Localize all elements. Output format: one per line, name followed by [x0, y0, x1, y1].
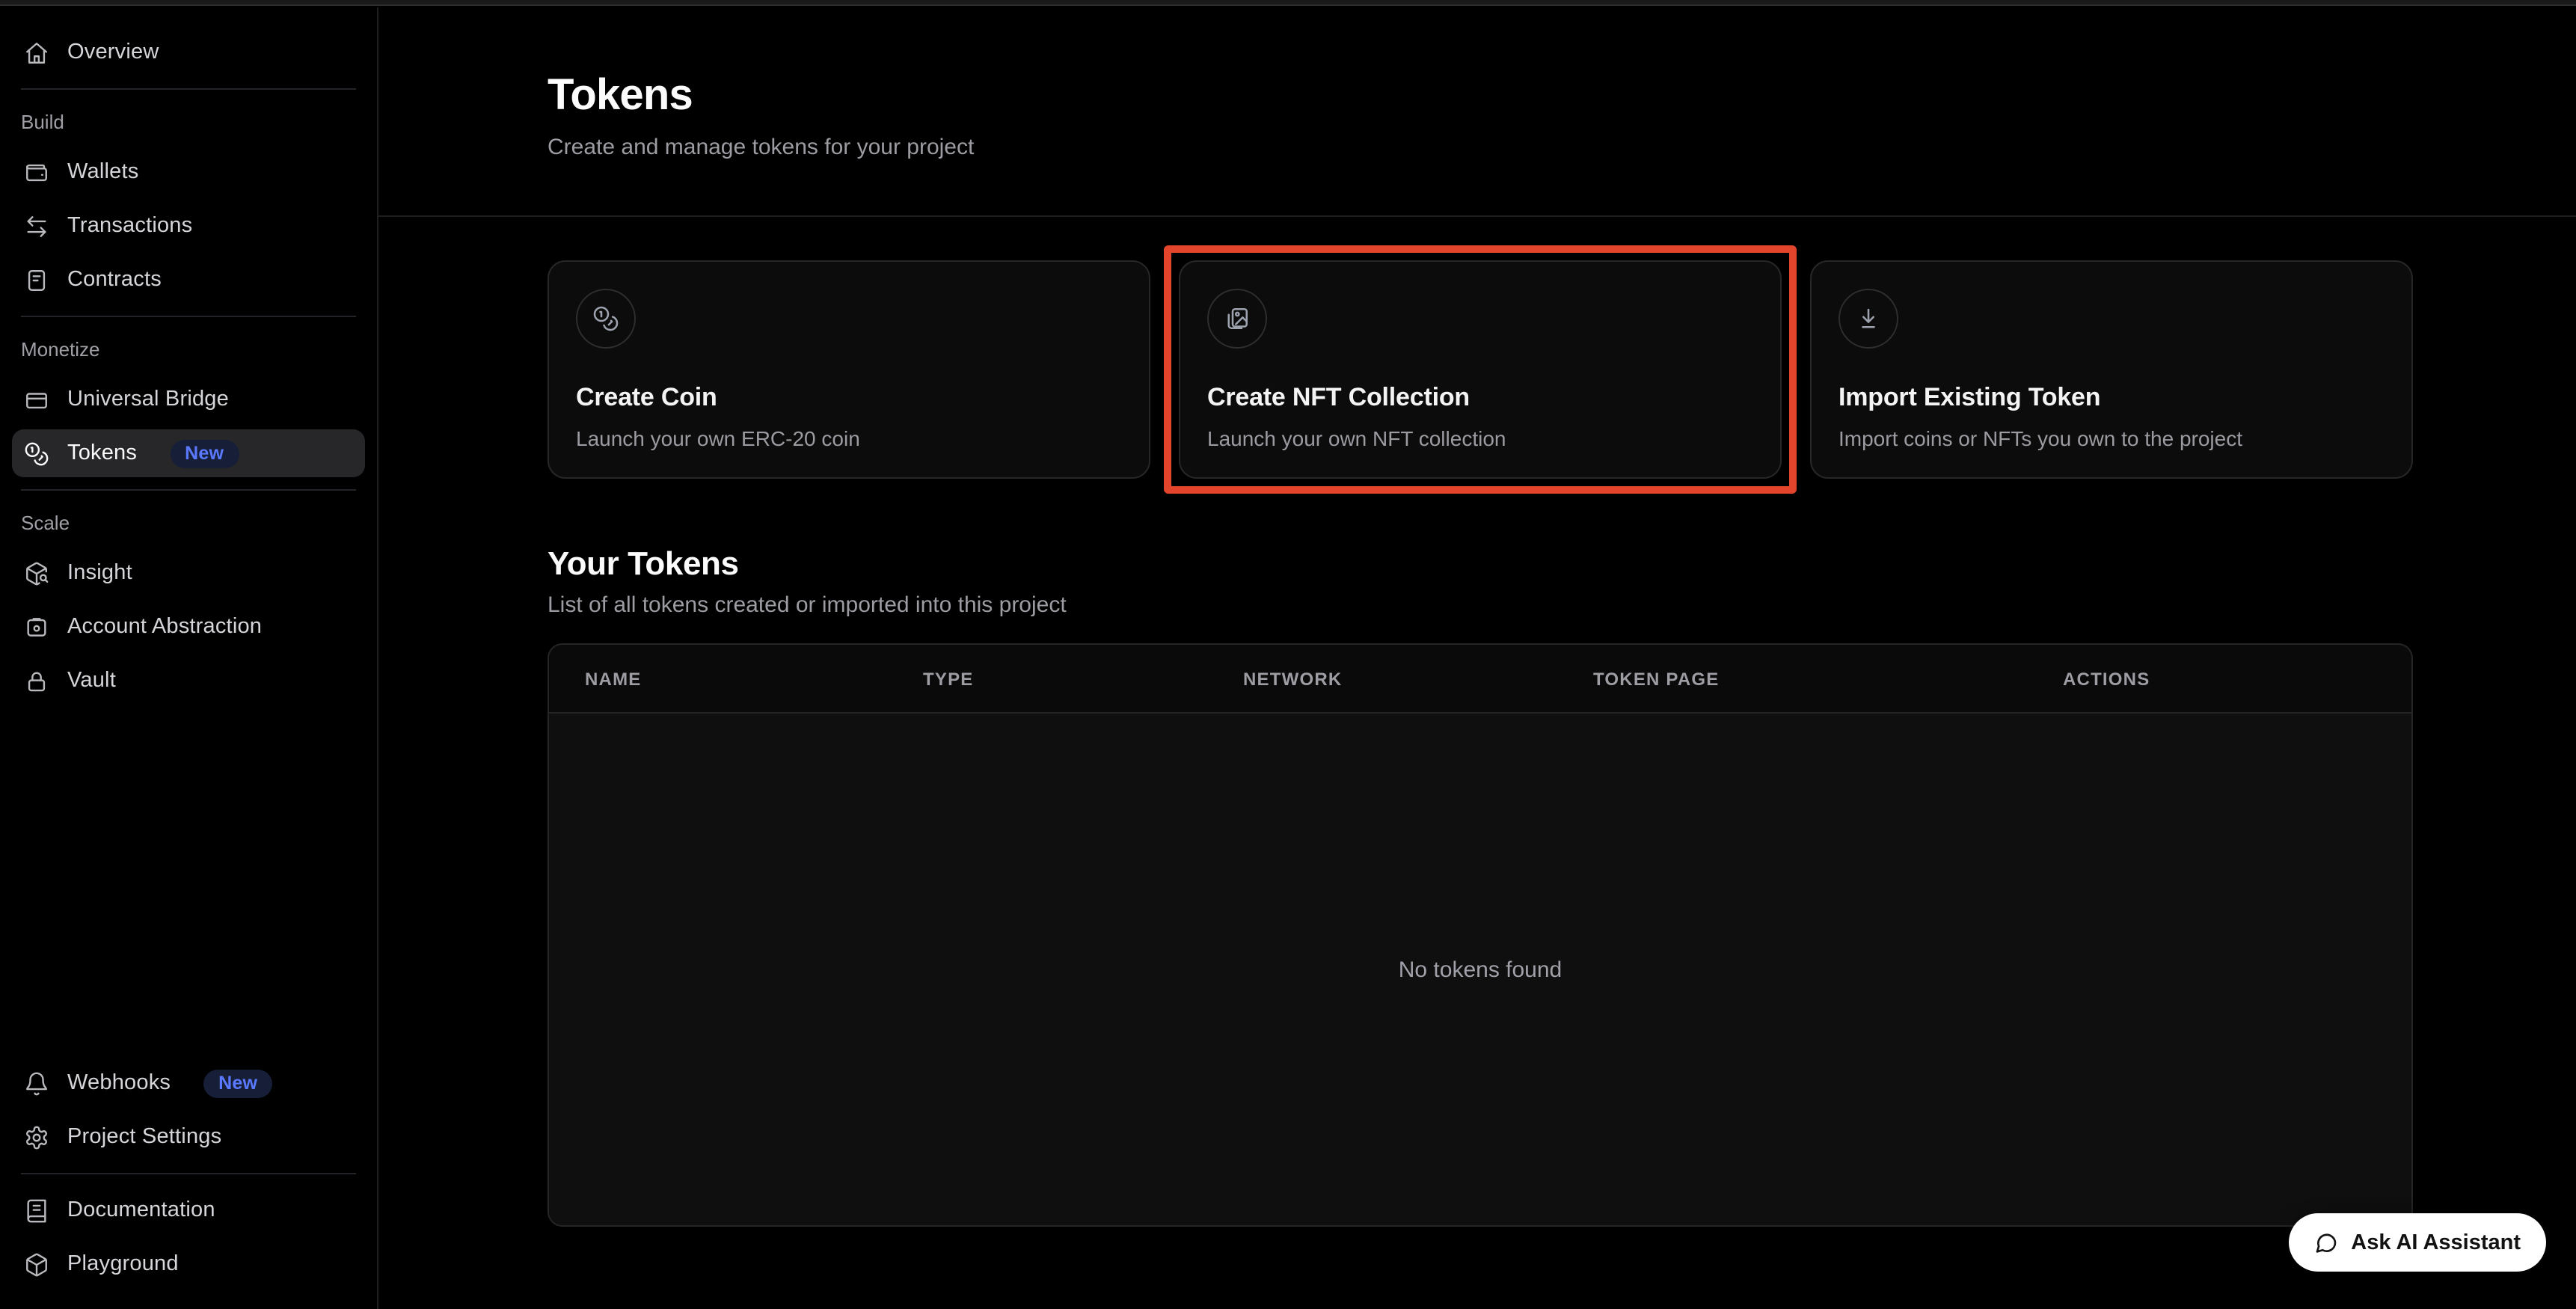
sidebar-item-label: Tokens	[67, 441, 137, 465]
sidebar-item-webhooks[interactable]: Webhooks New	[12, 1059, 365, 1107]
sidebar-item-label: Contracts	[67, 268, 162, 292]
download-icon	[1839, 289, 1898, 349]
sidebar-item-contracts[interactable]: Contracts	[12, 256, 365, 304]
sidebar-section-build: Build	[21, 111, 356, 133]
arrows-left-right-icon	[24, 213, 49, 239]
coins-icon	[24, 441, 49, 466]
new-badge: New	[170, 439, 239, 468]
page-subtitle: Create and manage tokens for your projec…	[548, 135, 2576, 160]
sidebar-divider	[21, 88, 356, 90]
contract-file-icon	[24, 267, 49, 292]
sidebar-item-vault[interactable]: Vault	[12, 657, 365, 705]
sidebar-item-label: Playground	[67, 1252, 179, 1276]
sidebar-item-transactions[interactable]: Transactions	[12, 202, 365, 250]
sidebar-nav: Overview Build Wallets Transactions	[0, 7, 377, 705]
column-header-network: NETWORK	[1243, 668, 1593, 689]
card-title: Create Coin	[576, 383, 1122, 413]
sidebar-item-label: Universal Bridge	[67, 387, 229, 411]
sidebar-item-insight[interactable]: Insight	[12, 549, 365, 597]
sidebar-item-label: Webhooks	[67, 1071, 171, 1095]
sidebar-divider	[21, 1173, 356, 1174]
card-description: Import coins or NFTs you own to the proj…	[1839, 426, 2385, 450]
images-icon	[1207, 289, 1267, 349]
home-icon	[24, 40, 49, 65]
sidebar-item-label: Documentation	[67, 1198, 215, 1222]
bell-icon	[24, 1070, 49, 1096]
card-title: Create NFT Collection	[1207, 383, 1753, 413]
sidebar-item-label: Account Abstraction	[67, 615, 262, 639]
empty-state-text: No tokens found	[1399, 957, 1563, 982]
cube-icon	[24, 1251, 49, 1277]
sidebar-divider	[21, 489, 356, 491]
column-header-name: NAME	[585, 668, 923, 689]
sidebar-item-label: Transactions	[67, 214, 192, 238]
sidebar-item-universal-bridge[interactable]: Universal Bridge	[12, 375, 365, 423]
sidebar-divider	[21, 316, 356, 317]
sidebar-item-label: Overview	[67, 40, 159, 64]
sidebar-item-wallets[interactable]: Wallets	[12, 148, 365, 196]
import-existing-token-card[interactable]: Import Existing Token Import coins or NF…	[1810, 260, 2413, 479]
package-search-icon	[24, 560, 49, 586]
column-header-actions: ACTIONS	[2063, 668, 2376, 689]
sidebar-item-project-settings[interactable]: Project Settings	[12, 1113, 365, 1161]
create-coin-card[interactable]: Create Coin Launch your own ERC-20 coin	[548, 260, 1150, 479]
sidebar: Overview Build Wallets Transactions	[0, 7, 378, 1309]
smart-account-icon	[24, 614, 49, 640]
column-header-token-page: TOKEN PAGE	[1593, 668, 2063, 689]
sidebar-item-playground[interactable]: Playground	[12, 1240, 365, 1288]
create-nft-collection-card[interactable]: Create NFT Collection Launch your own NF…	[1179, 260, 1782, 479]
sidebar-section-monetize: Monetize	[21, 338, 356, 361]
card-description: Launch your own NFT collection	[1207, 426, 1753, 450]
window-top-strip	[0, 0, 2576, 6]
app-window: Overview Build Wallets Transactions	[0, 0, 2576, 1309]
new-badge: New	[203, 1069, 272, 1097]
tokens-table-body: No tokens found	[549, 714, 2411, 1225]
sidebar-section-scale: Scale	[21, 512, 356, 534]
book-icon	[24, 1198, 49, 1223]
main-content: Tokens Create and manage tokens for your…	[378, 7, 2576, 1309]
your-tokens-title: Your Tokens	[548, 546, 2413, 582]
sidebar-item-label: Wallets	[67, 160, 138, 184]
ask-ai-assistant-label: Ask AI Assistant	[2351, 1230, 2521, 1254]
token-action-cards: Create Coin Launch your own ERC-20 coin …	[548, 260, 2413, 479]
ask-ai-assistant-button[interactable]: Ask AI Assistant	[2288, 1213, 2546, 1272]
sidebar-item-tokens[interactable]: Tokens New	[12, 429, 365, 477]
sidebar-item-label: Insight	[67, 561, 132, 585]
sidebar-item-label: Vault	[67, 669, 116, 693]
sidebar-item-account-abstraction[interactable]: Account Abstraction	[12, 603, 365, 651]
sidebar-item-documentation[interactable]: Documentation	[12, 1186, 365, 1234]
sidebar-item-label: Project Settings	[67, 1125, 221, 1149]
wallet-icon	[24, 159, 49, 185]
page-title: Tokens	[548, 75, 2576, 118]
your-tokens-subtitle: List of all tokens created or imported i…	[548, 592, 2413, 618]
lock-icon	[24, 668, 49, 693]
coins-icon	[576, 289, 636, 349]
tokens-table-header: NAME TYPE NETWORK TOKEN PAGE ACTIONS	[549, 645, 2411, 714]
tokens-content: Create Coin Launch your own ERC-20 coin …	[378, 217, 2576, 1227]
card-description: Launch your own ERC-20 coin	[576, 426, 1122, 450]
page-header: Tokens Create and manage tokens for your…	[378, 7, 2576, 217]
tokens-table: NAME TYPE NETWORK TOKEN PAGE ACTIONS No …	[548, 643, 2413, 1227]
card-title: Import Existing Token	[1839, 383, 2385, 413]
chat-bubble-icon	[2313, 1230, 2337, 1254]
column-header-type: TYPE	[923, 668, 1243, 689]
bridge-card-icon	[24, 387, 49, 412]
sidebar-item-overview[interactable]: Overview	[12, 28, 365, 76]
gear-icon	[24, 1124, 49, 1150]
sidebar-footer: Webhooks New Project Settings Documentat…	[12, 1059, 365, 1294]
